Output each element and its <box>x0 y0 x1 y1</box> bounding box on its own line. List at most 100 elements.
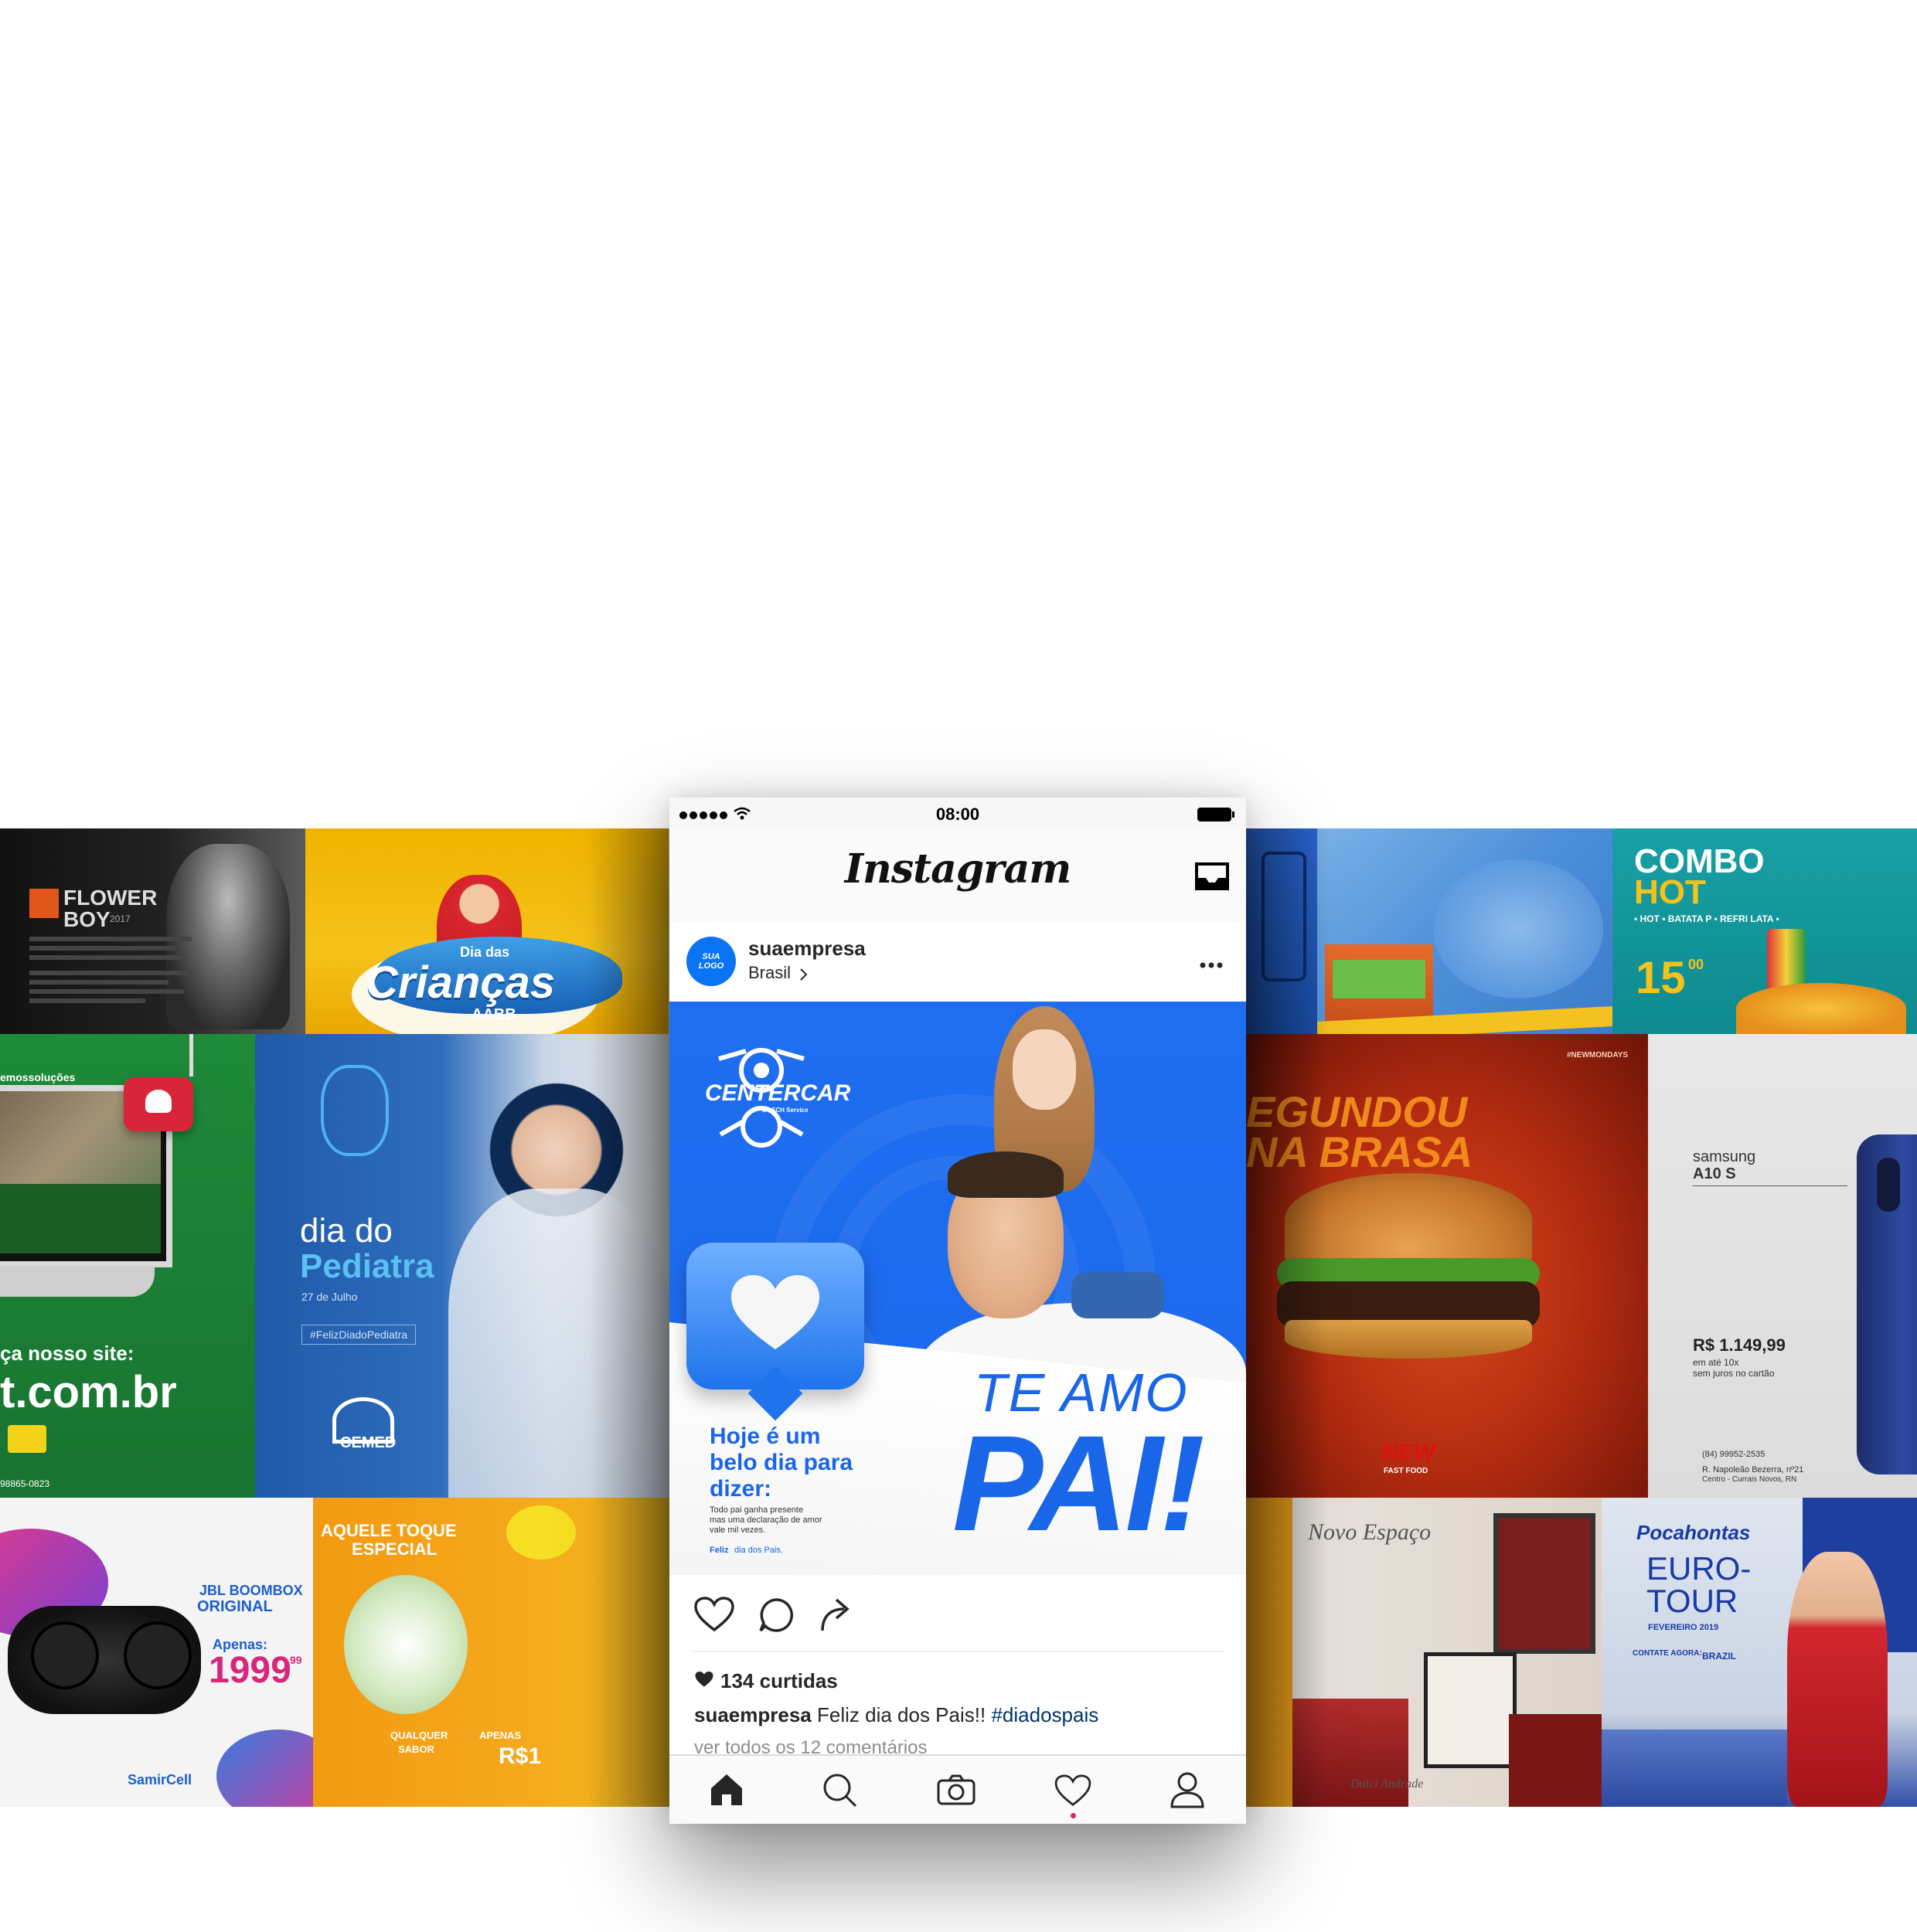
samsung-brand: samsung <box>1693 1148 1756 1165</box>
post-username[interactable]: suaempresa <box>748 937 866 961</box>
tile-jbl-boombox: JBL BOOMBOX ORIGINAL Apenas: 1999 99 Sam… <box>0 1498 313 1807</box>
app-header: Instagram <box>669 830 1246 923</box>
site-phone: 98865-0823 <box>0 1478 50 1489</box>
combo-cents: 00 <box>1688 957 1704 972</box>
tile-flower-boy: FLOWER BOY 2017 <box>0 828 305 1034</box>
tile-baby <box>1317 828 1612 1034</box>
profile-icon[interactable] <box>1170 1771 1204 1812</box>
post-image[interactable]: CENTERCAR BOSCH Service Hoje é um belo d… <box>669 1002 1246 1575</box>
burger-tag: #NEWMONDAYS <box>1567 1051 1629 1060</box>
pediatra-line1: dia do <box>300 1212 393 1250</box>
pediatra-hashtag: #FelizDiadoPediatra <box>301 1325 417 1345</box>
status-time: 08:00 <box>935 804 980 824</box>
tour-line1: EURO- <box>1646 1550 1752 1587</box>
headline-line-1: Hoje é um <box>710 1423 821 1449</box>
caption-text: Feliz dia dos Pais!! <box>817 1703 986 1726</box>
search-icon[interactable] <box>822 1773 858 1812</box>
like-heart-icon[interactable] <box>694 1597 734 1636</box>
toque-price: R$1 <box>499 1743 542 1769</box>
activity-notification-dot <box>1071 1813 1076 1818</box>
pediatra-date: 27 de Julho <box>301 1291 358 1303</box>
toque-sub-2: SABOR <box>398 1743 434 1755</box>
tile-euro-tour: Pocahontas EURO- TOUR FEVEREIRO 2019 CON… <box>1602 1498 1917 1807</box>
tile-novo-espaco: Novo Espaço Dulci Andrade <box>1292 1498 1602 1807</box>
samsung-terms-2: sem juros no cartão <box>1693 1368 1775 1379</box>
tour-agency: BRAZIL <box>1702 1651 1736 1662</box>
toque-sub-1: QUALQUER <box>390 1730 448 1741</box>
bottom-nav <box>669 1754 1246 1824</box>
status-bar: 08:00 <box>669 798 1246 830</box>
toque-line2: ESPECIAL <box>352 1539 438 1559</box>
jbl-price: 1999 <box>209 1650 291 1691</box>
tile-samsung-a10s: samsung A10 S R$ 1.149,99 em até 10x sem… <box>1648 1034 1917 1498</box>
pediatra-logo: CEMED <box>340 1434 397 1451</box>
tour-date: FEVEREIRO 2019 <box>1648 1623 1719 1632</box>
site-domain: t.com.br <box>0 1367 177 1417</box>
body-line-2: mas uma declaração de amor <box>710 1515 822 1525</box>
salon-name: Dulci Andrade <box>1350 1777 1424 1791</box>
pediatra-line2: Pediatra <box>300 1247 434 1285</box>
jbl-store: SamirCell <box>128 1772 192 1787</box>
samsung-address-2: Centro - Currais Novos, RN <box>1702 1475 1797 1484</box>
tour-contact: CONTATE AGORA: <box>1633 1649 1702 1658</box>
site-tag: emossoluções <box>0 1071 76 1083</box>
pai-text: PAI! <box>952 1408 1205 1560</box>
home-icon[interactable] <box>708 1773 745 1811</box>
brand-name: CENTERCAR <box>705 1080 851 1106</box>
caption-hashtag[interactable]: #diadospais <box>991 1703 1098 1726</box>
jbl-cents: 99 <box>290 1654 302 1666</box>
criancas-sub: AABB <box>472 1006 516 1023</box>
chevron-right-icon <box>799 968 809 985</box>
site-cta: ça nosso site: <box>0 1342 134 1365</box>
headline-line-3: dizer: <box>710 1476 772 1502</box>
brand-sub: BOSCH Service <box>762 1107 809 1114</box>
inbox-icon[interactable] <box>1193 861 1231 896</box>
instagram-logo: Instagram <box>844 845 1072 893</box>
camera-icon[interactable] <box>937 1774 976 1809</box>
feliz-rest-label: dia dos Pais. <box>734 1546 783 1555</box>
burger-logo: NEW <box>1381 1440 1435 1465</box>
likes-count: 134 curtidas <box>720 1669 838 1692</box>
toque-apenas: APENAS <box>479 1730 522 1741</box>
jbl-title-1: JBL BOOMBOX <box>199 1583 303 1598</box>
battery-icon <box>1197 807 1235 826</box>
criancas-title: Crianças <box>366 957 556 1008</box>
burger-logo-sub: FAST FOOD <box>1384 1467 1428 1475</box>
phone-mockup: 08:00 Instagram SUA LOGO suaempresa Bras… <box>669 798 1246 1824</box>
toque-line1: AQUELE TOQUE <box>321 1521 457 1540</box>
avatar-text: SUA LOGO <box>698 952 724 971</box>
likes-row[interactable]: 134 curtidas <box>694 1669 838 1693</box>
caption-username[interactable]: suaempresa <box>694 1703 812 1726</box>
combo-price: 15 <box>1636 953 1686 1003</box>
headline-line-2: belo dia para <box>710 1450 853 1475</box>
body-line-3: vale mil vezes. <box>710 1526 766 1535</box>
samsung-terms-1: em até 10x <box>1693 1357 1739 1368</box>
combo-line2: HOT <box>1634 873 1706 911</box>
comment-icon[interactable] <box>758 1597 795 1638</box>
heart-icon <box>731 1275 819 1356</box>
tour-brand: Pocahontas <box>1636 1521 1751 1544</box>
samsung-price: R$ 1.149,99 <box>1693 1335 1786 1355</box>
post-actions <box>669 1575 1246 1652</box>
samsung-model: A10 S <box>1693 1165 1736 1182</box>
caption: suaempresa Feliz dia dos Pais!! #diadosp… <box>694 1703 1098 1727</box>
tile-site-promo: emossoluções ça nosso site: t.com.br 988… <box>0 1034 255 1498</box>
post-location[interactable]: Brasil <box>748 963 791 983</box>
action-divider <box>693 1651 1223 1652</box>
phone-shadow-right <box>1246 828 1328 1807</box>
tile-combo-hot: COMBO HOT • HOT • BATATA P • REFRI LATA … <box>1612 828 1917 1034</box>
samsung-address-1: R. Napoleão Bezerra, nº21 <box>1702 1465 1804 1475</box>
avatar[interactable]: SUA LOGO <box>686 937 736 986</box>
samsung-phone: (84) 99952-2535 <box>1702 1450 1765 1459</box>
flower-boy-year: 2017 <box>110 913 131 924</box>
more-options-icon[interactable] <box>1200 958 1223 972</box>
body-line-1: Todo pai ganha presente <box>710 1505 804 1515</box>
flower-boy-title-2: BOY <box>63 907 111 931</box>
feliz-label: Feliz <box>710 1546 729 1555</box>
activity-heart-icon[interactable] <box>1054 1774 1091 1811</box>
combo-items: • HOT • BATATA P • REFRI LATA • <box>1634 913 1779 924</box>
tour-line2: TOUR <box>1646 1583 1738 1619</box>
jbl-title-2: ORIGINAL <box>197 1598 273 1615</box>
share-icon[interactable] <box>819 1597 853 1638</box>
likes-heart-icon <box>694 1671 714 1692</box>
